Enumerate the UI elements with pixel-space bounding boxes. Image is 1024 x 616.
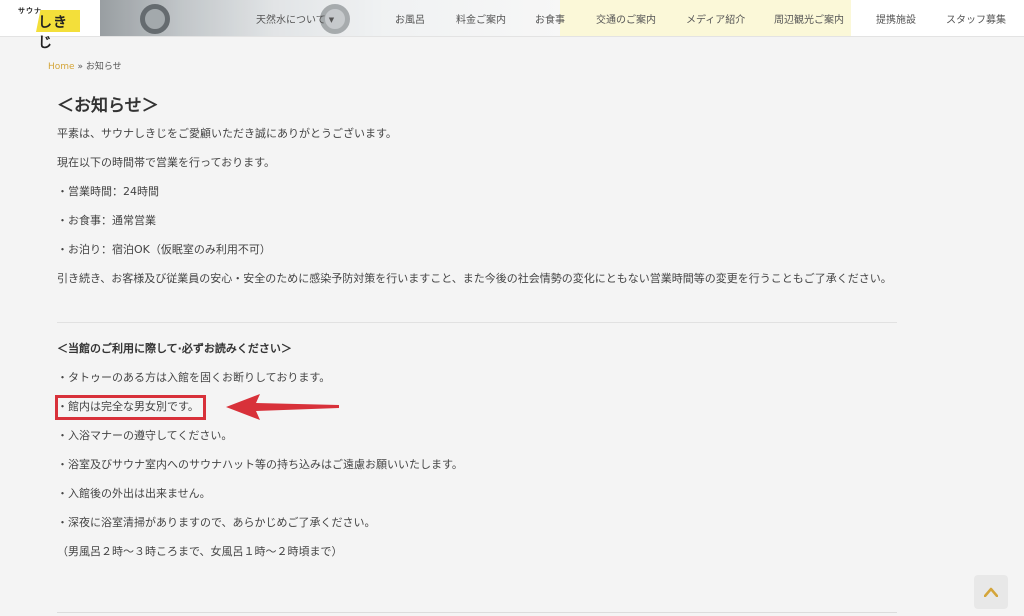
main-nav: 天然水について ▼ お風呂 料金ご案内 お食事 交通のご案内 メディア紹介 周辺観…	[0, 0, 1024, 36]
rule-item: ・入館後の外出は出来ません。	[57, 487, 211, 500]
hours-intro: 現在以下の時間帯で営業を行っております。	[57, 156, 276, 169]
breadcrumb-separator: »	[77, 62, 83, 72]
notice-paragraph: 引き続き、お客様及び従業員の安心・安全のために感染予防対策を行いますこと、また今…	[57, 272, 892, 285]
nav-item-bath[interactable]: お風呂	[395, 11, 425, 26]
nav-item-access[interactable]: 交通のご案内	[596, 11, 656, 26]
rule-item: ・タトゥーのある方は入館を固くお断りしております。	[57, 371, 331, 384]
intro-paragraph: 平素は、サウナしきじをご愛顧いただき誠にありがとうございます。	[57, 127, 397, 140]
red-arrow-icon	[226, 394, 339, 420]
nav-item-pricing[interactable]: 料金ご案内	[456, 11, 506, 26]
nav-item-natural-water[interactable]: 天然水について ▼	[256, 11, 334, 26]
nav-item-partners[interactable]: 提携施設	[876, 11, 916, 26]
section-divider	[57, 322, 897, 323]
rule-note: （男風呂２時〜３時ころまで、女風呂１時〜２時頃まで）	[57, 545, 343, 558]
rule-item: ・入浴マナーの遵守してください。	[57, 429, 233, 442]
breadcrumb: Home » お知らせ	[48, 59, 122, 72]
page-title: ＜お知らせ＞	[57, 96, 159, 116]
scroll-to-top-button[interactable]	[974, 575, 1008, 609]
nav-item-media[interactable]: メディア紹介	[686, 11, 745, 26]
chevron-down-icon: ▼	[328, 16, 335, 24]
chevron-up-icon	[984, 587, 998, 597]
rule-item: ・深夜に浴室清掃がありますので、あらかじめご了承ください。	[57, 516, 376, 529]
site-header: サウナ しきじ 天然水について ▼ お風呂 料金ご案内 お食事 交通のご案内 メデ…	[0, 0, 1024, 51]
breadcrumb-current: お知らせ	[85, 62, 122, 72]
stay-item: ・お泊り：宿泊OK（仮眠室のみ利用不可）	[57, 243, 271, 256]
breadcrumb-home-link[interactable]: Home	[48, 62, 75, 72]
nav-item-label: 天然水について	[256, 15, 326, 26]
nav-item-recruit[interactable]: スタッフ募集	[946, 11, 1006, 26]
footer-divider	[57, 612, 897, 613]
food-item: ・お食事：通常営業	[57, 214, 156, 227]
section-heading: ＜当館のご利用に際して·必ずお読みください＞	[57, 342, 292, 355]
rule-item: ・浴室及びサウナ室内へのサウナハット等の持ち込みはご遠慮お願いいたします。	[57, 458, 463, 471]
nav-item-food[interactable]: お食事	[535, 11, 565, 26]
highlight-box	[55, 395, 206, 420]
nav-item-sightseeing[interactable]: 周辺観光ご案内	[774, 11, 844, 26]
hours-item: ・営業時間：24時間	[57, 185, 159, 198]
